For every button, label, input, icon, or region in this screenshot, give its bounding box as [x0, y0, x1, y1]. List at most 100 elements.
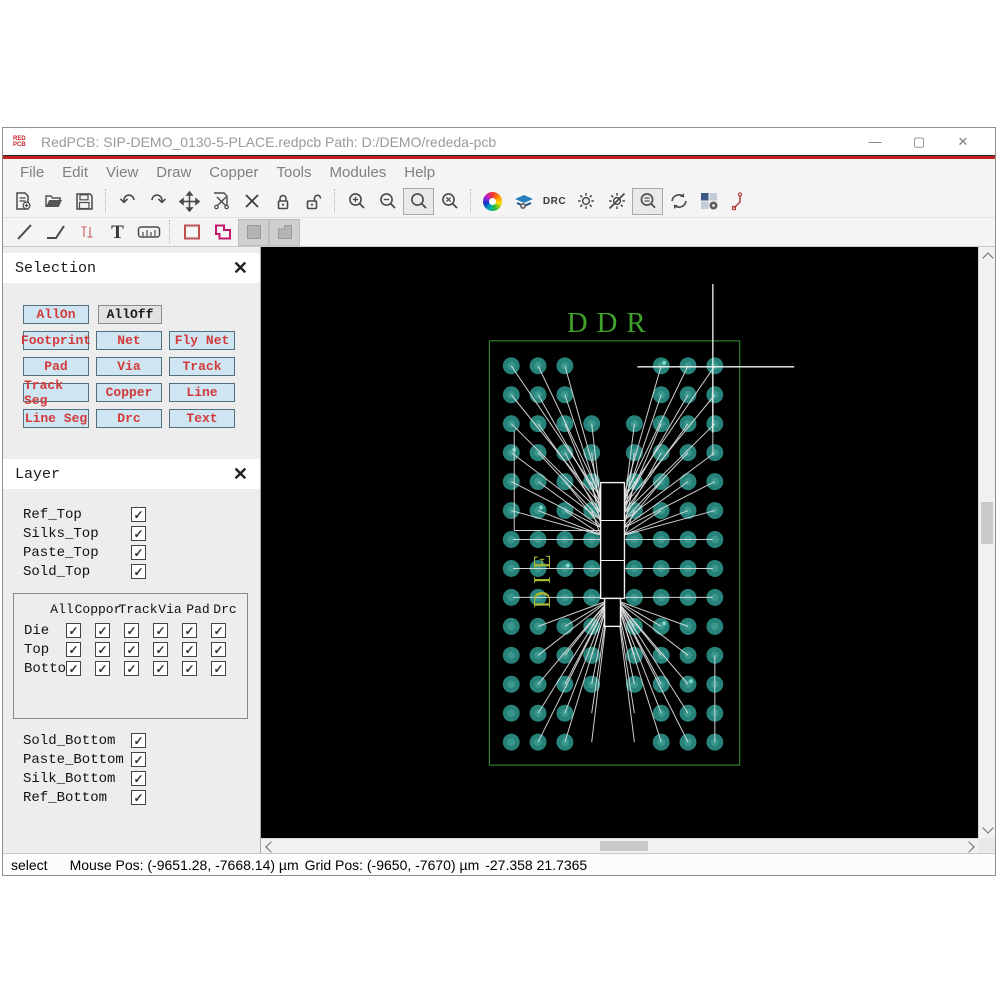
window-controls: — ▢ ✕	[853, 129, 985, 155]
die-label: DIE	[530, 548, 556, 609]
layer-checkbox-paste-top[interactable]	[131, 545, 146, 560]
button-track-seg[interactable]: Track Seg	[23, 378, 89, 408]
horizontal-scrollbar-thumb[interactable]	[600, 841, 648, 851]
drc-check-icon[interactable]: DRC	[539, 188, 570, 215]
menu-help[interactable]: Help	[395, 164, 444, 181]
scroll-down-icon[interactable]	[979, 821, 996, 838]
vertical-scrollbar-thumb[interactable]	[981, 502, 993, 544]
layer-checkbox-silk-bottom[interactable]	[131, 771, 146, 786]
draw-text-icon[interactable]: T	[102, 219, 133, 246]
layer-checkbox-ref-top[interactable]	[131, 507, 146, 522]
layer-matrix-group: All Coppor Track Via Pad Drc Die Top	[13, 593, 248, 719]
layer-panel-close-icon[interactable]: ✕	[233, 465, 248, 483]
layer-display-settings-icon[interactable]	[508, 188, 539, 215]
zoom-in-icon[interactable]	[341, 188, 372, 215]
cut-document-icon[interactable]	[205, 188, 236, 215]
zoom-selection-icon[interactable]	[632, 187, 663, 215]
highlight-off-icon[interactable]	[601, 188, 632, 215]
button-pad[interactable]: Pad	[23, 357, 89, 376]
button-alloff[interactable]: AllOff	[98, 305, 162, 324]
button-via[interactable]: Via	[96, 357, 162, 376]
draw-dimension-icon[interactable]	[133, 219, 164, 246]
matrix-checkbox[interactable]	[153, 623, 168, 638]
matrix-checkbox[interactable]	[182, 623, 197, 638]
selection-panel-header: Selection ✕	[3, 253, 260, 283]
open-file-icon[interactable]	[38, 188, 69, 215]
zoom-reset-icon[interactable]	[434, 188, 465, 215]
lock-icon[interactable]	[267, 188, 298, 215]
zoom-refresh-icon[interactable]	[663, 188, 694, 215]
draw-polyline-icon[interactable]	[40, 219, 71, 246]
layer-checkbox-silks-top[interactable]	[131, 526, 146, 541]
menu-draw[interactable]: Draw	[147, 164, 200, 181]
layer-checkbox-sold-bottom[interactable]	[131, 733, 146, 748]
menu-file[interactable]: File	[11, 164, 53, 181]
module-settings-icon[interactable]	[694, 188, 725, 215]
undo-icon[interactable]: ↶	[112, 188, 143, 215]
matrix-checkbox[interactable]	[182, 642, 197, 657]
matrix-checkbox[interactable]	[124, 661, 139, 676]
scroll-left-icon[interactable]	[261, 839, 277, 854]
route-track-icon[interactable]	[725, 188, 756, 215]
button-drc[interactable]: Drc	[96, 409, 162, 428]
button-fly-net[interactable]: Fly Net	[169, 331, 235, 350]
button-copper[interactable]: Copper	[96, 383, 162, 402]
matrix-checkbox[interactable]	[211, 642, 226, 657]
matrix-checkbox[interactable]	[211, 661, 226, 676]
menu-modules[interactable]: Modules	[321, 164, 396, 181]
menu-tools[interactable]: Tools	[268, 164, 321, 181]
minimize-icon[interactable]: —	[853, 129, 897, 155]
selection-panel-close-icon[interactable]: ✕	[233, 259, 248, 277]
unlock-icon[interactable]	[298, 188, 329, 215]
draw-polygon-filled-icon[interactable]	[269, 218, 300, 246]
scroll-up-icon[interactable]	[979, 247, 996, 264]
zoom-icon[interactable]	[403, 187, 434, 215]
new-file-icon[interactable]	[7, 188, 38, 215]
vertical-scrollbar[interactable]	[978, 247, 995, 838]
draw-rect-filled-icon[interactable]	[238, 218, 269, 246]
button-allon[interactable]: AllOn	[23, 305, 89, 324]
close-icon[interactable]: ✕	[941, 129, 985, 155]
button-text[interactable]: Text	[169, 409, 235, 428]
matrix-checkbox[interactable]	[153, 642, 168, 657]
matrix-checkbox[interactable]	[124, 623, 139, 638]
button-track[interactable]: Track	[169, 357, 235, 376]
button-footprint[interactable]: Footprint	[21, 331, 91, 350]
matrix-checkbox[interactable]	[95, 642, 110, 657]
matrix-checkbox[interactable]	[211, 623, 226, 638]
matrix-checkbox[interactable]	[182, 661, 197, 676]
draw-polygon-outline-icon[interactable]	[207, 219, 238, 246]
draw-line-icon[interactable]	[9, 219, 40, 246]
layer-checkbox-sold-top[interactable]	[131, 564, 146, 579]
menu-copper[interactable]: Copper	[200, 164, 267, 181]
layer-label: Ref_Bottom	[23, 790, 108, 806]
layer-checkbox-paste-bottom[interactable]	[131, 752, 146, 767]
save-file-icon[interactable]	[69, 188, 100, 215]
button-line[interactable]: Line	[169, 383, 235, 402]
maximize-icon[interactable]: ▢	[897, 129, 941, 155]
menu-view[interactable]: View	[97, 164, 147, 181]
scroll-right-icon[interactable]	[962, 839, 978, 854]
matrix-checkbox[interactable]	[124, 642, 139, 657]
matrix-checkbox[interactable]	[95, 623, 110, 638]
layer-checkbox-ref-bottom[interactable]	[131, 790, 146, 805]
menu-edit[interactable]: Edit	[53, 164, 97, 181]
highlight-on-icon[interactable]	[570, 188, 601, 215]
horizontal-scrollbar[interactable]	[261, 838, 978, 853]
button-line-seg[interactable]: Line Seg	[23, 409, 89, 428]
matrix-checkbox[interactable]	[66, 623, 81, 638]
matrix-checkbox[interactable]	[66, 642, 81, 657]
matrix-checkbox[interactable]	[95, 661, 110, 676]
draw-track-icon[interactable]	[71, 219, 102, 246]
color-palette-icon[interactable]	[477, 188, 508, 215]
move-icon[interactable]	[174, 188, 205, 215]
pcb-canvas[interactable]: DDR DIE	[261, 247, 978, 838]
matrix-checkbox[interactable]	[66, 661, 81, 676]
zoom-out-icon[interactable]	[372, 188, 403, 215]
matrix-checkbox[interactable]	[153, 661, 168, 676]
redo-icon[interactable]: ↷	[143, 188, 174, 215]
delete-icon[interactable]	[236, 188, 267, 215]
status-coords: -27.358 21.7365	[485, 856, 588, 873]
draw-rect-outline-icon[interactable]	[176, 219, 207, 246]
button-net[interactable]: Net	[96, 331, 162, 350]
